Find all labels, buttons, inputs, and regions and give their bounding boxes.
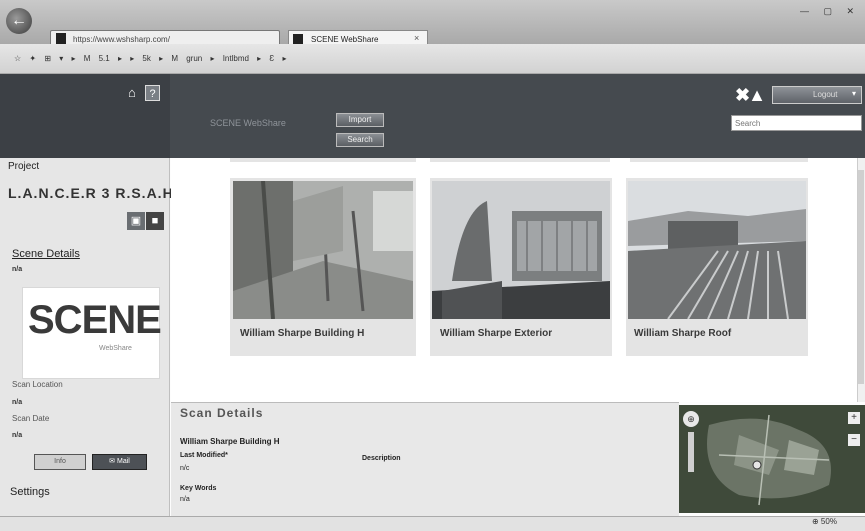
back-arrow-icon[interactable]: ←	[6, 8, 32, 34]
map-zoom-out-button[interactable]: −	[848, 434, 860, 446]
scan-date-value: n/a	[12, 432, 23, 439]
card-strip	[430, 158, 610, 162]
import-button[interactable]: Import	[336, 113, 384, 127]
map-zoom-in-button[interactable]: +	[848, 412, 860, 424]
info-icon[interactable]: ■	[146, 212, 164, 230]
card-strip	[230, 158, 416, 162]
scan-name: William Sharpe Building H	[180, 437, 280, 446]
scene-card-title[interactable]: William Sharpe Building H	[240, 328, 364, 339]
brand-logo: ✖▲	[735, 85, 766, 105]
scene-thumbnail[interactable]	[432, 181, 610, 319]
user-dropdown[interactable]: Logout	[772, 86, 862, 104]
mail-button[interactable]: ✉ Mail	[92, 454, 147, 470]
keywords-value: n/a	[180, 496, 190, 503]
keywords-label: Key Words	[180, 485, 217, 492]
zoom-level[interactable]: ⊕ 50%	[812, 517, 837, 526]
settings-heading[interactable]: Settings	[10, 486, 50, 498]
scene-logo-subtitle: WebShare	[99, 345, 132, 352]
map-pan-control[interactable]: ⊕	[683, 411, 699, 427]
location-map[interactable]	[679, 405, 865, 513]
project-label: Project	[8, 161, 40, 172]
scene-thumbnail[interactable]	[628, 181, 806, 319]
scene-card-title[interactable]: William Sharpe Exterior	[440, 328, 552, 339]
search-button[interactable]: Search	[336, 133, 384, 147]
scene-card-title[interactable]: William Sharpe Roof	[634, 328, 731, 339]
scene-logo: SCENE	[28, 298, 162, 342]
scene-details-heading: Scene Details	[12, 248, 80, 260]
scene-thumbnail[interactable]	[233, 181, 413, 319]
project-name: L.A.N.C.E.R 3 R.S.A.H.E	[8, 185, 189, 201]
help-icon[interactable]: ?	[145, 85, 160, 101]
scene-card[interactable]: William Sharpe Building H	[230, 178, 416, 356]
browser-statusbar	[0, 516, 865, 531]
map-zoom-slider[interactable]	[688, 432, 694, 472]
scan-location-value: n/a	[12, 399, 23, 406]
view-icon[interactable]: ▣	[127, 212, 145, 230]
card-strip	[630, 158, 808, 162]
scene-details-value: n/a	[12, 266, 23, 273]
scene-card[interactable]: William Sharpe Roof	[626, 178, 808, 356]
favorites-bar[interactable]: ☆ ✦ ⊞ ▾ ▸ M 5.1 ▸ ▸ 5k ▸ M grun ▸ Intlbm…	[0, 44, 865, 74]
last-modified-label: Last Modified*	[180, 452, 228, 459]
tab-close-icon[interactable]: ×	[414, 33, 419, 43]
window-controls[interactable]: — ▢ ✕	[800, 6, 862, 20]
scrollbar-thumb[interactable]	[858, 170, 864, 384]
info-button[interactable]: Info	[34, 454, 86, 470]
scan-location-label: Scan Location	[12, 380, 63, 389]
chevron-down-icon[interactable]: ▾	[852, 89, 856, 98]
scan-date-label: Scan Date	[12, 414, 50, 423]
description-label: Description	[362, 455, 401, 462]
last-modified-value: n/c	[180, 465, 190, 472]
scene-card[interactable]: William Sharpe Exterior	[430, 178, 612, 356]
home-icon[interactable]: ⌂	[128, 86, 142, 100]
scan-details-heading: Scan Details	[180, 406, 264, 420]
header-title: SCENE WebShare	[210, 118, 286, 128]
search-input[interactable]	[731, 115, 862, 131]
